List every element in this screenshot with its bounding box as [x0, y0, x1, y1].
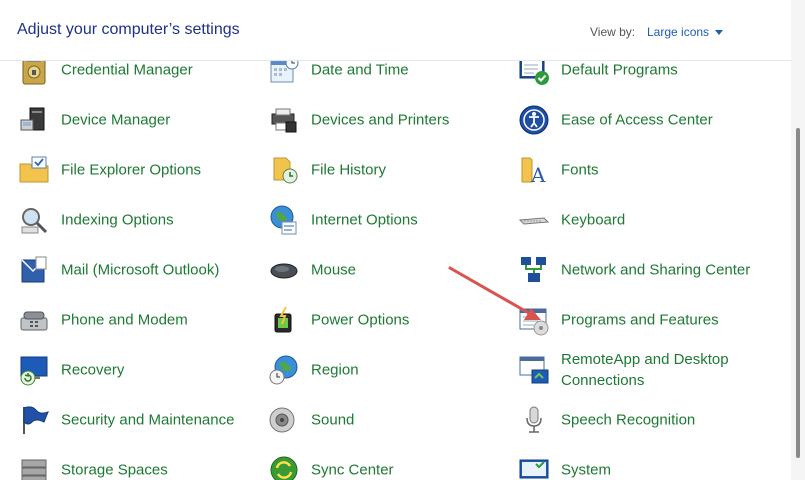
- internet-globe-icon: [270, 205, 297, 235]
- mail-icon: [21, 256, 47, 283]
- item-label: Power Options: [311, 311, 410, 329]
- keyboard-icon: [518, 217, 550, 225]
- item-label: Recovery: [61, 361, 125, 379]
- flag-icon: [23, 406, 49, 434]
- storage-icon: [21, 459, 47, 480]
- indexing-icon: [21, 208, 48, 234]
- item-label: File History: [311, 161, 387, 179]
- item-label: Region: [311, 361, 359, 379]
- vertical-scrollbar[interactable]: [791, 0, 805, 480]
- item-label: Phone and Modem: [61, 311, 188, 329]
- item-label: Speech Recognition: [561, 411, 696, 429]
- item-label: Credential Manager: [61, 61, 193, 79]
- item-label: Internet Options: [311, 211, 418, 229]
- printer-icon: [271, 108, 297, 133]
- view-by-label: View by:: [590, 25, 636, 39]
- mouse-icon: [270, 263, 298, 279]
- scrollbar-thumb[interactable]: [796, 128, 800, 458]
- recovery-icon: [20, 356, 48, 386]
- folder-options-icon: [19, 156, 49, 183]
- item-label: Ease of Access Center: [561, 111, 713, 129]
- phone-icon: [20, 311, 48, 331]
- item-label: Sound: [311, 411, 355, 429]
- item-label: Keyboard: [561, 211, 626, 229]
- item-label: Indexing Options: [61, 211, 174, 229]
- item-label: Devices and Printers: [311, 111, 450, 129]
- power-icon: [274, 306, 292, 333]
- item-label: Date and Time: [311, 61, 409, 79]
- item-label: Sync Center: [311, 461, 394, 479]
- microphone-icon: [526, 406, 542, 433]
- header-bar: Adjust your computer’s settings View by:…: [0, 0, 791, 61]
- chevron-down-icon: [715, 30, 724, 36]
- view-by-value: Large icons: [647, 25, 710, 39]
- fonts-icon: A: [521, 157, 546, 186]
- item-label: System: [561, 461, 612, 479]
- system-monitor-icon: [519, 459, 549, 479]
- view-by-dropdown[interactable]: Large icons: [647, 25, 724, 39]
- item-label: Device Manager: [61, 111, 171, 129]
- sync-icon: [270, 456, 298, 480]
- file-history-icon: [273, 157, 298, 184]
- speaker-icon: [269, 407, 295, 433]
- page-title: Adjust your computer’s settings: [17, 21, 240, 38]
- item-label: Fonts: [561, 161, 599, 179]
- item-label: Storage Spaces: [61, 461, 168, 479]
- item-label: Mail (Microsoft Outlook): [61, 261, 220, 279]
- region-globe-icon: [269, 355, 298, 385]
- device-manager-icon: [20, 107, 45, 131]
- control-panel-items-grid: Credential Manager Date and Time Default…: [0, 45, 791, 480]
- programs-features-icon: [519, 308, 549, 336]
- network-icon: [521, 257, 546, 282]
- remoteapp-icon: [519, 356, 549, 384]
- item-label: Programs and Features: [561, 311, 719, 329]
- control-panel-window: Adjust your computer’s settings View by:…: [0, 0, 805, 480]
- svg-text:A: A: [530, 163, 546, 186]
- item-label: Network and Sharing Center: [561, 261, 751, 279]
- item-label: RemoteApp and Desktop Connections: [561, 351, 729, 389]
- item-label: Mouse: [311, 261, 357, 279]
- item-label: Security and Maintenance: [61, 411, 235, 429]
- item-label: Default Programs: [561, 61, 678, 79]
- item-label: File Explorer Options: [61, 161, 202, 179]
- ease-of-access-icon: [519, 105, 549, 135]
